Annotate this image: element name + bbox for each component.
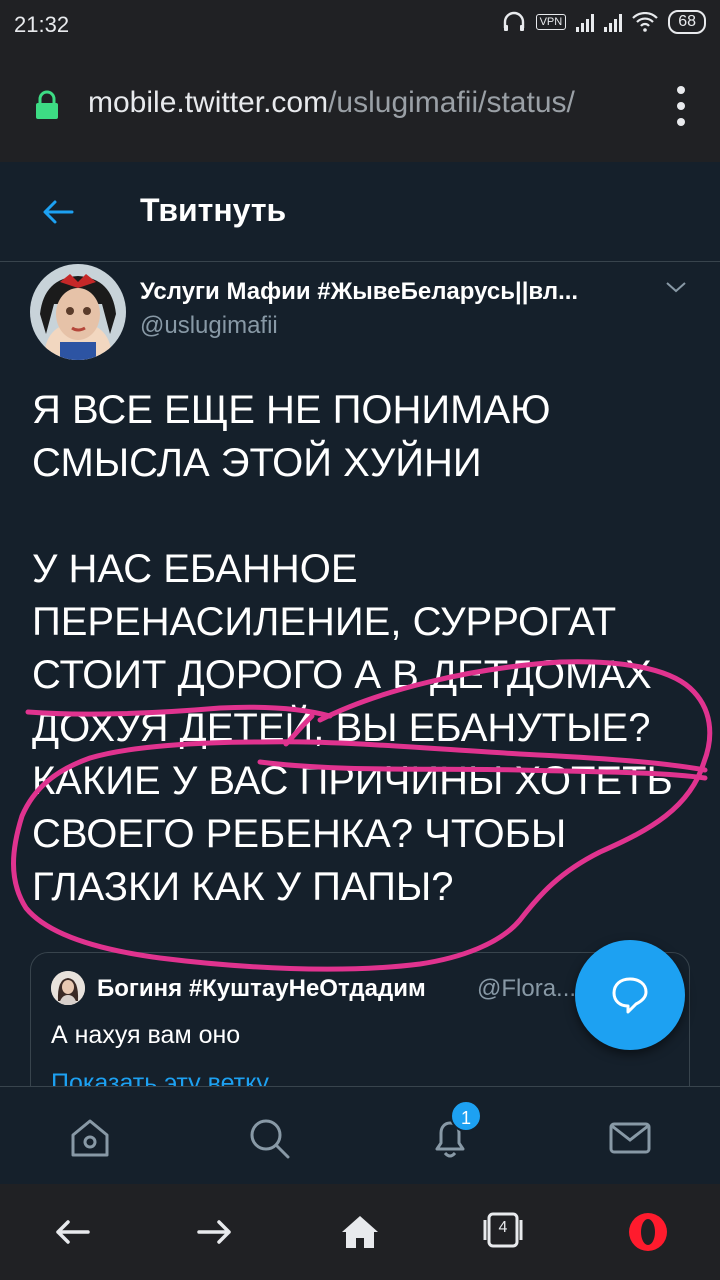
chevron-down-icon[interactable] — [664, 278, 688, 296]
quoted-author-avatar — [51, 971, 85, 1005]
back-arrow-icon[interactable] — [50, 1210, 94, 1254]
home-icon[interactable] — [338, 1210, 382, 1254]
tabs-button[interactable]: 4 — [482, 1210, 524, 1250]
twitter-header: Твитнуть — [0, 162, 720, 262]
signal-icon — [604, 12, 623, 32]
signal-icon — [576, 12, 595, 32]
home-icon[interactable] — [67, 1115, 113, 1161]
quoted-tweet-text: А нахуя вам оно — [51, 1021, 241, 1049]
status-bar: 21:32 VPN 68 — [0, 0, 720, 52]
browser-bottom-nav — [0, 1184, 720, 1280]
speech-bubble-icon — [612, 977, 648, 1014]
back-arrow-icon[interactable] — [40, 194, 76, 230]
compose-reply-button[interactable] — [575, 940, 685, 1050]
browser-menu-icon[interactable] — [676, 86, 686, 126]
url-text[interactable]: mobile.twitter.com/uslugimafii/status/ — [88, 86, 575, 120]
vpn-badge: VPN — [535, 14, 567, 30]
opera-logo-icon[interactable] — [626, 1210, 670, 1254]
wifi-icon — [632, 12, 658, 32]
page-title: Твитнуть — [140, 192, 287, 228]
avatar-image — [30, 264, 126, 360]
tweet-text: Я ВСЕ ЕЩЕ НЕ ПОНИМАЮ СМЫСЛА ЭТОЙ ХУЙНИ У… — [32, 388, 673, 909]
forward-arrow-icon[interactable] — [193, 1210, 237, 1254]
status-icons: VPN 68 — [502, 10, 706, 34]
search-icon[interactable] — [246, 1115, 292, 1161]
notifications-badge: 1 — [450, 1100, 482, 1132]
author-handle[interactable]: @uslugimafii — [140, 312, 278, 340]
twitter-bottom-nav — [0, 1086, 720, 1184]
lock-icon — [36, 90, 58, 119]
author-name[interactable]: Услуги Мафии #ЖывеБеларусь||вл... — [140, 278, 640, 306]
mail-icon[interactable] — [607, 1115, 653, 1161]
quoted-author-name: Богиня #КуштауНеОтдадим — [97, 975, 426, 1002]
author-avatar[interactable] — [30, 264, 126, 360]
quoted-author-handle: @Flora... — [477, 975, 577, 1002]
status-time: 21:32 — [14, 12, 70, 37]
battery-indicator: 68 — [668, 10, 706, 34]
tabs-count: 4 — [498, 1219, 508, 1236]
browser-address-bar[interactable]: mobile.twitter.com/uslugimafii/status/ — [0, 52, 720, 162]
headphones-icon — [503, 11, 524, 31]
